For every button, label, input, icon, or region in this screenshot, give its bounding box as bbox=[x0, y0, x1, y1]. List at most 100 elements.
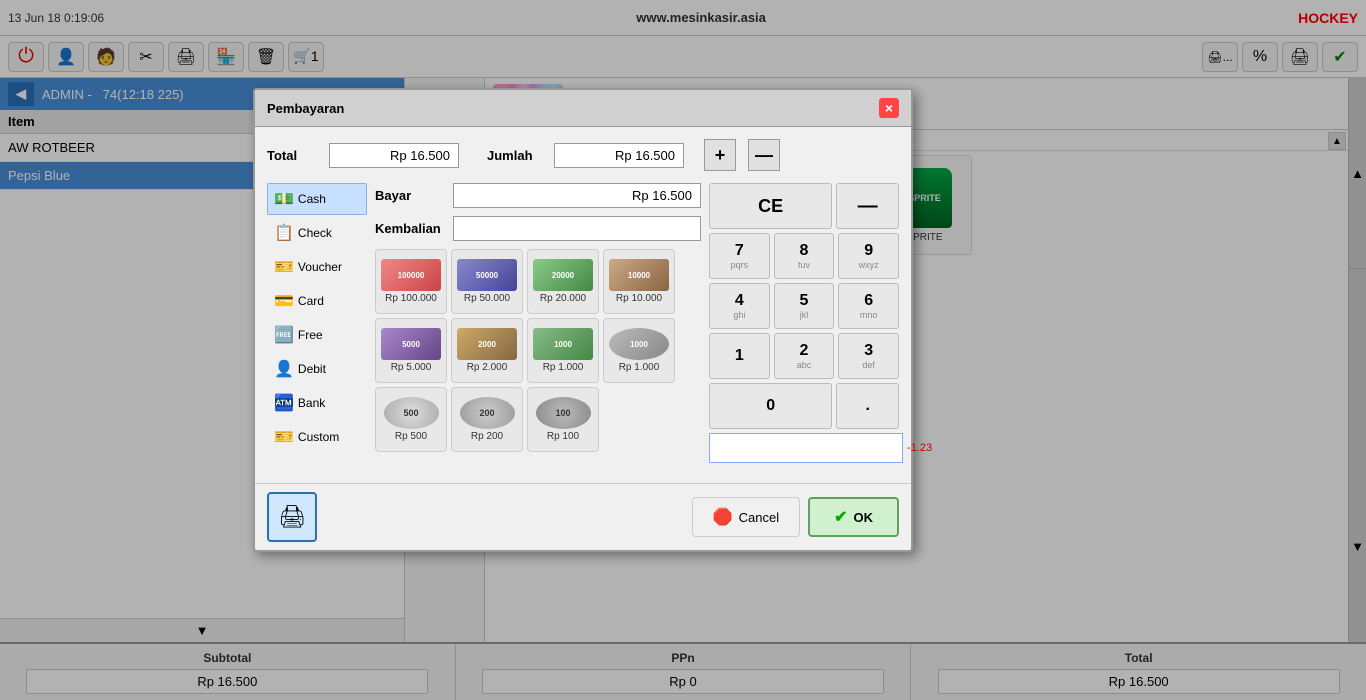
kembalian-row: Kembalian bbox=[375, 216, 701, 241]
numpad-0-button[interactable]: 0 bbox=[709, 383, 832, 429]
numpad: CE — 7pqrs 8tuv 9wxyz 4ghi 5jkl 6mno 1 bbox=[709, 183, 899, 463]
currency-label: Rp 20.000 bbox=[540, 293, 586, 304]
pay-method-voucher[interactable]: 🎫 Voucher bbox=[267, 251, 367, 283]
numpad-row-123: 1 2abc 3def bbox=[709, 333, 899, 379]
currency-10000[interactable]: 10000 Rp 10.000 bbox=[603, 249, 675, 314]
numpad-9-button[interactable]: 9wxyz bbox=[838, 233, 899, 279]
currency-label: Rp 50.000 bbox=[464, 293, 510, 304]
total-row: Total Jumlah + — bbox=[267, 139, 899, 171]
bayar-row: Bayar bbox=[375, 183, 701, 208]
currency-grid: 100000 Rp 100.000 50000 Rp 50.000 20000 … bbox=[375, 249, 701, 463]
bayar-label: Bayar bbox=[375, 188, 445, 203]
check-label: Check bbox=[298, 226, 332, 240]
free-label: Free bbox=[298, 328, 323, 342]
numpad-5-button[interactable]: 5jkl bbox=[774, 283, 835, 329]
numpad-row-456: 4ghi 5jkl 6mno bbox=[709, 283, 899, 329]
card-label: Card bbox=[298, 294, 324, 308]
numpad-2-button[interactable]: 2abc bbox=[774, 333, 835, 379]
currency-100000[interactable]: 100000 Rp 100.000 bbox=[375, 249, 447, 314]
currency-label: Rp 10.000 bbox=[616, 293, 662, 304]
total-label: Total bbox=[267, 148, 317, 163]
currency-label: Rp 5.000 bbox=[391, 362, 432, 373]
pay-method-free[interactable]: 🆓 Free bbox=[267, 319, 367, 351]
free-icon: 🆓 bbox=[274, 325, 294, 345]
modal-header: Pembayaran × bbox=[255, 90, 911, 127]
bayar-section: Bayar Kembalian bbox=[375, 183, 701, 241]
numpad-ce-button[interactable]: CE bbox=[709, 183, 832, 229]
jumlah-minus-button[interactable]: — bbox=[748, 139, 780, 171]
debit-icon: 👤 bbox=[274, 359, 294, 379]
bayar-input[interactable] bbox=[453, 183, 701, 208]
pay-method-check[interactable]: 📋 Check bbox=[267, 217, 367, 249]
print-receipt-button[interactable]: 🖨 bbox=[267, 492, 317, 542]
ok-button[interactable]: ✔ OK bbox=[808, 497, 899, 537]
numpad-row-ce: CE — bbox=[709, 183, 899, 229]
voucher-label: Voucher bbox=[298, 260, 342, 274]
pay-method-custom[interactable]: 🎫 Custom bbox=[267, 421, 367, 453]
bank-label: Bank bbox=[298, 396, 325, 410]
numpad-result-input[interactable] bbox=[709, 433, 903, 463]
pay-method-bank[interactable]: 🏧 Bank bbox=[267, 387, 367, 419]
currency-label: Rp 1.000 bbox=[543, 362, 584, 373]
cancel-button[interactable]: 🛑 Cancel bbox=[692, 497, 800, 537]
pay-method-debit[interactable]: 👤 Debit bbox=[267, 353, 367, 385]
modal-close-button[interactable]: × bbox=[879, 98, 899, 118]
numpad-1-button[interactable]: 1 bbox=[709, 333, 770, 379]
cancel-icon: 🛑 bbox=[713, 507, 733, 527]
currency-20000[interactable]: 20000 Rp 20.000 bbox=[527, 249, 599, 314]
modal-body: Total Jumlah + — 💵 Cash 📋 Check bbox=[255, 127, 911, 475]
currency-label: Rp 100 bbox=[547, 431, 579, 442]
currency-row-2: 5000 Rp 5.000 2000 Rp 2.000 1000 Rp 1.00… bbox=[375, 318, 701, 383]
currency-label: Rp 500 bbox=[395, 431, 427, 442]
pembayaran-modal: Pembayaran × Total Jumlah + — 💵 Cash bbox=[253, 88, 913, 552]
custom-icon: 🎫 bbox=[274, 427, 294, 447]
cash-icon: 💵 bbox=[274, 189, 294, 209]
numpad-result-label: -1.23 bbox=[907, 442, 932, 454]
pay-method-card[interactable]: 💳 Card bbox=[267, 285, 367, 317]
currency-1000-paper[interactable]: 1000 Rp 1.000 bbox=[527, 318, 599, 383]
kembalian-input[interactable] bbox=[453, 216, 701, 241]
ok-label: OK bbox=[854, 510, 874, 525]
currency-row-3: 500 Rp 500 200 Rp 200 100 Rp 100 bbox=[375, 387, 701, 452]
numpad-6-button[interactable]: 6mno bbox=[838, 283, 899, 329]
payment-methods: 💵 Cash 📋 Check 🎫 Voucher 💳 Card bbox=[267, 183, 367, 463]
numpad-4-button[interactable]: 4ghi bbox=[709, 283, 770, 329]
voucher-icon: 🎫 bbox=[274, 257, 294, 277]
modal-title: Pembayaran bbox=[267, 101, 344, 116]
currency-100[interactable]: 100 Rp 100 bbox=[527, 387, 599, 452]
card-icon: 💳 bbox=[274, 291, 294, 311]
currency-5000[interactable]: 5000 Rp 5.000 bbox=[375, 318, 447, 383]
modal-footer: 🖨 🛑 Cancel ✔ OK bbox=[255, 483, 911, 550]
currency-1000-coin[interactable]: 1000 Rp 1.000 bbox=[603, 318, 675, 383]
bank-icon: 🏧 bbox=[274, 393, 294, 413]
check-icon: 📋 bbox=[274, 223, 294, 243]
numpad-8-button[interactable]: 8tuv bbox=[774, 233, 835, 279]
currency-200[interactable]: 200 Rp 200 bbox=[451, 387, 523, 452]
custom-label: Custom bbox=[298, 430, 339, 444]
debit-label: Debit bbox=[298, 362, 326, 376]
numpad-result-row: -1.23 bbox=[709, 433, 899, 463]
numpad-dash-button[interactable]: — bbox=[836, 183, 899, 229]
ok-icon: ✔ bbox=[834, 507, 847, 527]
currency-label: Rp 100.000 bbox=[385, 293, 437, 304]
payment-main: 💵 Cash 📋 Check 🎫 Voucher 💳 Card bbox=[267, 183, 899, 463]
numpad-7-button[interactable]: 7pqrs bbox=[709, 233, 770, 279]
currency-label: Rp 1.000 bbox=[619, 362, 660, 373]
cash-label: Cash bbox=[298, 192, 326, 206]
pay-method-cash[interactable]: 💵 Cash bbox=[267, 183, 367, 215]
cancel-label: Cancel bbox=[739, 510, 779, 525]
currency-label: Rp 200 bbox=[471, 431, 503, 442]
total-input[interactable] bbox=[329, 143, 459, 168]
jumlah-plus-button[interactable]: + bbox=[704, 139, 736, 171]
modal-overlay: Pembayaran × Total Jumlah + — 💵 Cash bbox=[0, 0, 1366, 700]
currency-500[interactable]: 500 Rp 500 bbox=[375, 387, 447, 452]
numpad-dot-button[interactable]: . bbox=[836, 383, 899, 429]
kembalian-label: Kembalian bbox=[375, 221, 445, 236]
currency-row-1: 100000 Rp 100.000 50000 Rp 50.000 20000 … bbox=[375, 249, 701, 314]
jumlah-input[interactable] bbox=[554, 143, 684, 168]
numpad-row-789: 7pqrs 8tuv 9wxyz bbox=[709, 233, 899, 279]
numpad-row-0: 0 . bbox=[709, 383, 899, 429]
currency-2000[interactable]: 2000 Rp 2.000 bbox=[451, 318, 523, 383]
numpad-3-button[interactable]: 3def bbox=[838, 333, 899, 379]
currency-50000[interactable]: 50000 Rp 50.000 bbox=[451, 249, 523, 314]
